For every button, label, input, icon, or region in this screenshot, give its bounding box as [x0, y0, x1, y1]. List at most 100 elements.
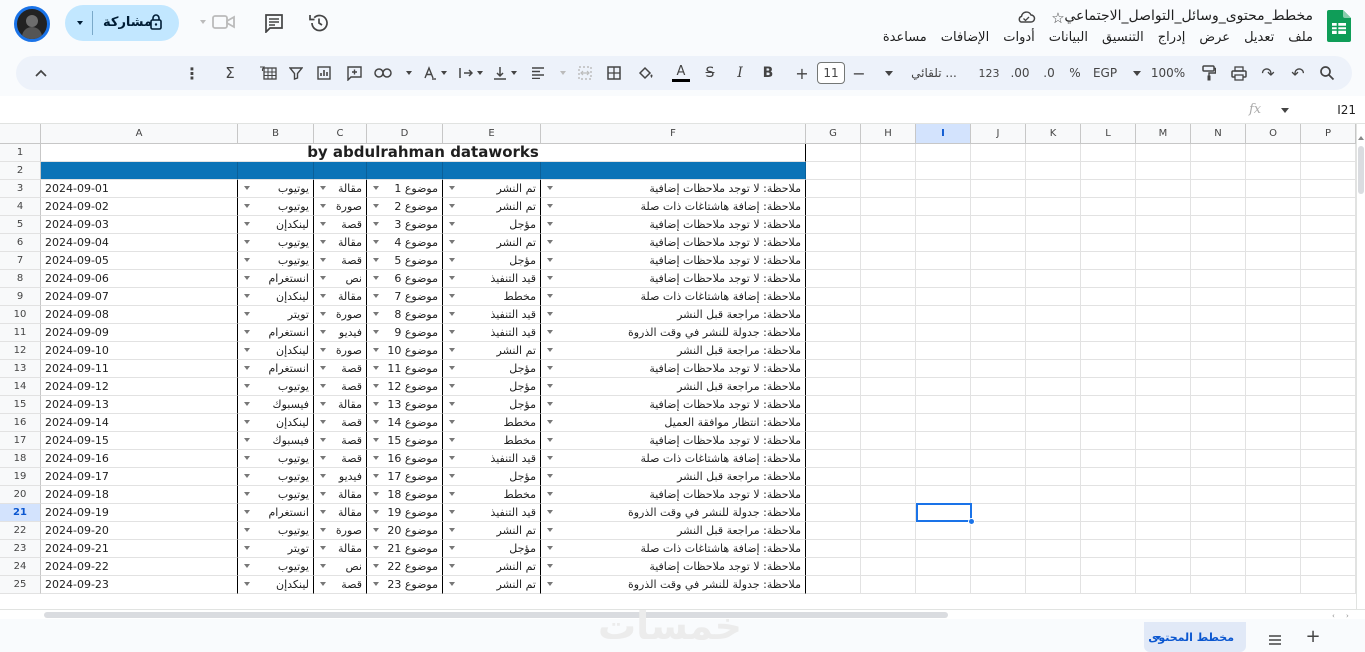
status-cell[interactable]: مخطط: [443, 288, 541, 306]
empty-cell[interactable]: [1081, 558, 1136, 576]
topic-cell[interactable]: موضوع 18: [367, 486, 443, 504]
vertical-align-icon[interactable]: [490, 59, 520, 87]
dropdown-chevron-icon[interactable]: [449, 528, 455, 532]
dropdown-chevron-icon[interactable]: [449, 456, 455, 460]
dropdown-chevron-icon[interactable]: [547, 294, 553, 298]
empty-cell[interactable]: [916, 450, 971, 468]
row-header[interactable]: 7: [0, 252, 41, 270]
dropdown-chevron-icon[interactable]: [547, 546, 553, 550]
status-cell[interactable]: مؤجل: [443, 378, 541, 396]
empty-cell[interactable]: [1081, 198, 1136, 216]
empty-cell[interactable]: [1136, 576, 1191, 594]
empty-cell[interactable]: [1191, 270, 1246, 288]
content-type-cell[interactable]: قصة: [314, 216, 367, 234]
sheet-tab-chevron-icon[interactable]: [1155, 636, 1161, 640]
dropdown-chevron-icon[interactable]: [547, 204, 553, 208]
empty-cell[interactable]: [861, 522, 916, 540]
dropdown-chevron-icon[interactable]: [373, 222, 379, 226]
platform-cell[interactable]: تويتر: [238, 540, 314, 558]
dropdown-chevron-icon[interactable]: [320, 420, 326, 424]
dropdown-chevron-icon[interactable]: [320, 438, 326, 442]
empty-cell[interactable]: [1246, 342, 1301, 360]
date-cell[interactable]: 2024-09-21: [41, 540, 238, 558]
topic-cell[interactable]: موضوع 19: [367, 504, 443, 522]
empty-cell[interactable]: [1026, 162, 1081, 180]
topic-cell[interactable]: موضوع 8: [367, 306, 443, 324]
platform-cell[interactable]: لينكدإن: [238, 288, 314, 306]
formula-input[interactable]: [40, 100, 1230, 120]
date-cell[interactable]: 2024-09-10: [41, 342, 238, 360]
italic-icon[interactable]: I: [730, 59, 750, 87]
column-header-c[interactable]: C: [314, 124, 367, 144]
insert-comment-icon[interactable]: [344, 59, 364, 87]
dropdown-chevron-icon[interactable]: [373, 348, 379, 352]
note-cell[interactable]: ملاحظة: إضافة هاشتاغات ذات صلة: [541, 198, 806, 216]
dropdown-chevron-icon[interactable]: [244, 420, 250, 424]
dropdown-chevron-icon[interactable]: [320, 258, 326, 262]
empty-cell[interactable]: [1191, 180, 1246, 198]
note-cell[interactable]: ملاحظة: مراجعة قبل النشر: [541, 522, 806, 540]
dropdown-chevron-icon[interactable]: [449, 384, 455, 388]
dropdown-chevron-icon[interactable]: [320, 492, 326, 496]
dropdown-chevron-icon[interactable]: [449, 366, 455, 370]
column-header-k[interactable]: K: [1026, 124, 1081, 144]
empty-cell[interactable]: [1136, 342, 1191, 360]
menu-help[interactable]: مساعدة: [883, 30, 927, 45]
row-header[interactable]: 25: [0, 576, 41, 594]
date-cell[interactable]: 2024-09-03: [41, 216, 238, 234]
note-cell[interactable]: ملاحظة: جدولة للنشر في وقت الذروة: [541, 504, 806, 522]
note-cell[interactable]: ملاحظة: لا توجد ملاحظات إضافية: [541, 558, 806, 576]
dropdown-chevron-icon[interactable]: [244, 492, 250, 496]
empty-cell[interactable]: [1246, 252, 1301, 270]
topic-cell[interactable]: موضوع 11: [367, 360, 443, 378]
dropdown-chevron-icon[interactable]: [449, 438, 455, 442]
empty-cell[interactable]: [971, 324, 1026, 342]
select-all-corner[interactable]: [0, 124, 41, 144]
empty-cell[interactable]: [861, 270, 916, 288]
date-cell[interactable]: 2024-09-13: [41, 396, 238, 414]
column-header-m[interactable]: M: [1136, 124, 1191, 144]
column-header-d[interactable]: D: [367, 124, 443, 144]
empty-cell[interactable]: [1301, 288, 1356, 306]
empty-cell[interactable]: [1136, 558, 1191, 576]
zoom-select[interactable]: 100%: [1128, 59, 1190, 87]
empty-cell[interactable]: [916, 486, 971, 504]
dropdown-chevron-icon[interactable]: [244, 402, 250, 406]
dropdown-chevron-icon[interactable]: [244, 330, 250, 334]
empty-cell[interactable]: [806, 306, 861, 324]
empty-cell[interactable]: [1301, 198, 1356, 216]
filter-views-icon[interactable]: [256, 59, 280, 87]
empty-cell[interactable]: [1246, 450, 1301, 468]
empty-cell[interactable]: [971, 252, 1026, 270]
functions-icon[interactable]: Σ: [222, 59, 238, 87]
dropdown-chevron-icon[interactable]: [449, 222, 455, 226]
empty-cell[interactable]: [1301, 576, 1356, 594]
dropdown-chevron-icon[interactable]: [373, 582, 379, 586]
empty-cell[interactable]: [1081, 144, 1136, 162]
empty-cell[interactable]: [1026, 414, 1081, 432]
dropdown-chevron-icon[interactable]: [449, 564, 455, 568]
dropdown-chevron-icon[interactable]: [320, 402, 326, 406]
empty-cell[interactable]: [1136, 216, 1191, 234]
empty-cell[interactable]: [916, 432, 971, 450]
dropdown-chevron-icon[interactable]: [320, 348, 326, 352]
dropdown-chevron-icon[interactable]: [244, 582, 250, 586]
dropdown-chevron-icon[interactable]: [320, 240, 326, 244]
dropdown-chevron-icon[interactable]: [547, 438, 553, 442]
empty-cell[interactable]: [1191, 252, 1246, 270]
empty-cell[interactable]: [1136, 378, 1191, 396]
borders-icon[interactable]: [604, 59, 624, 87]
dropdown-chevron-icon[interactable]: [244, 222, 250, 226]
fill-color-icon[interactable]: [634, 59, 656, 87]
empty-cell[interactable]: [1191, 144, 1246, 162]
status-cell[interactable]: مؤجل: [443, 540, 541, 558]
status-cell[interactable]: قيد التنفيذ: [443, 270, 541, 288]
status-cell[interactable]: تم النشر: [443, 522, 541, 540]
date-cell[interactable]: 2024-09-05: [41, 252, 238, 270]
content-type-cell[interactable]: قصة: [314, 252, 367, 270]
topic-cell[interactable]: موضوع 21: [367, 540, 443, 558]
text-rotation-icon[interactable]: [420, 59, 450, 87]
empty-cell[interactable]: [1301, 378, 1356, 396]
empty-cell[interactable]: [916, 216, 971, 234]
empty-cell[interactable]: [1136, 522, 1191, 540]
